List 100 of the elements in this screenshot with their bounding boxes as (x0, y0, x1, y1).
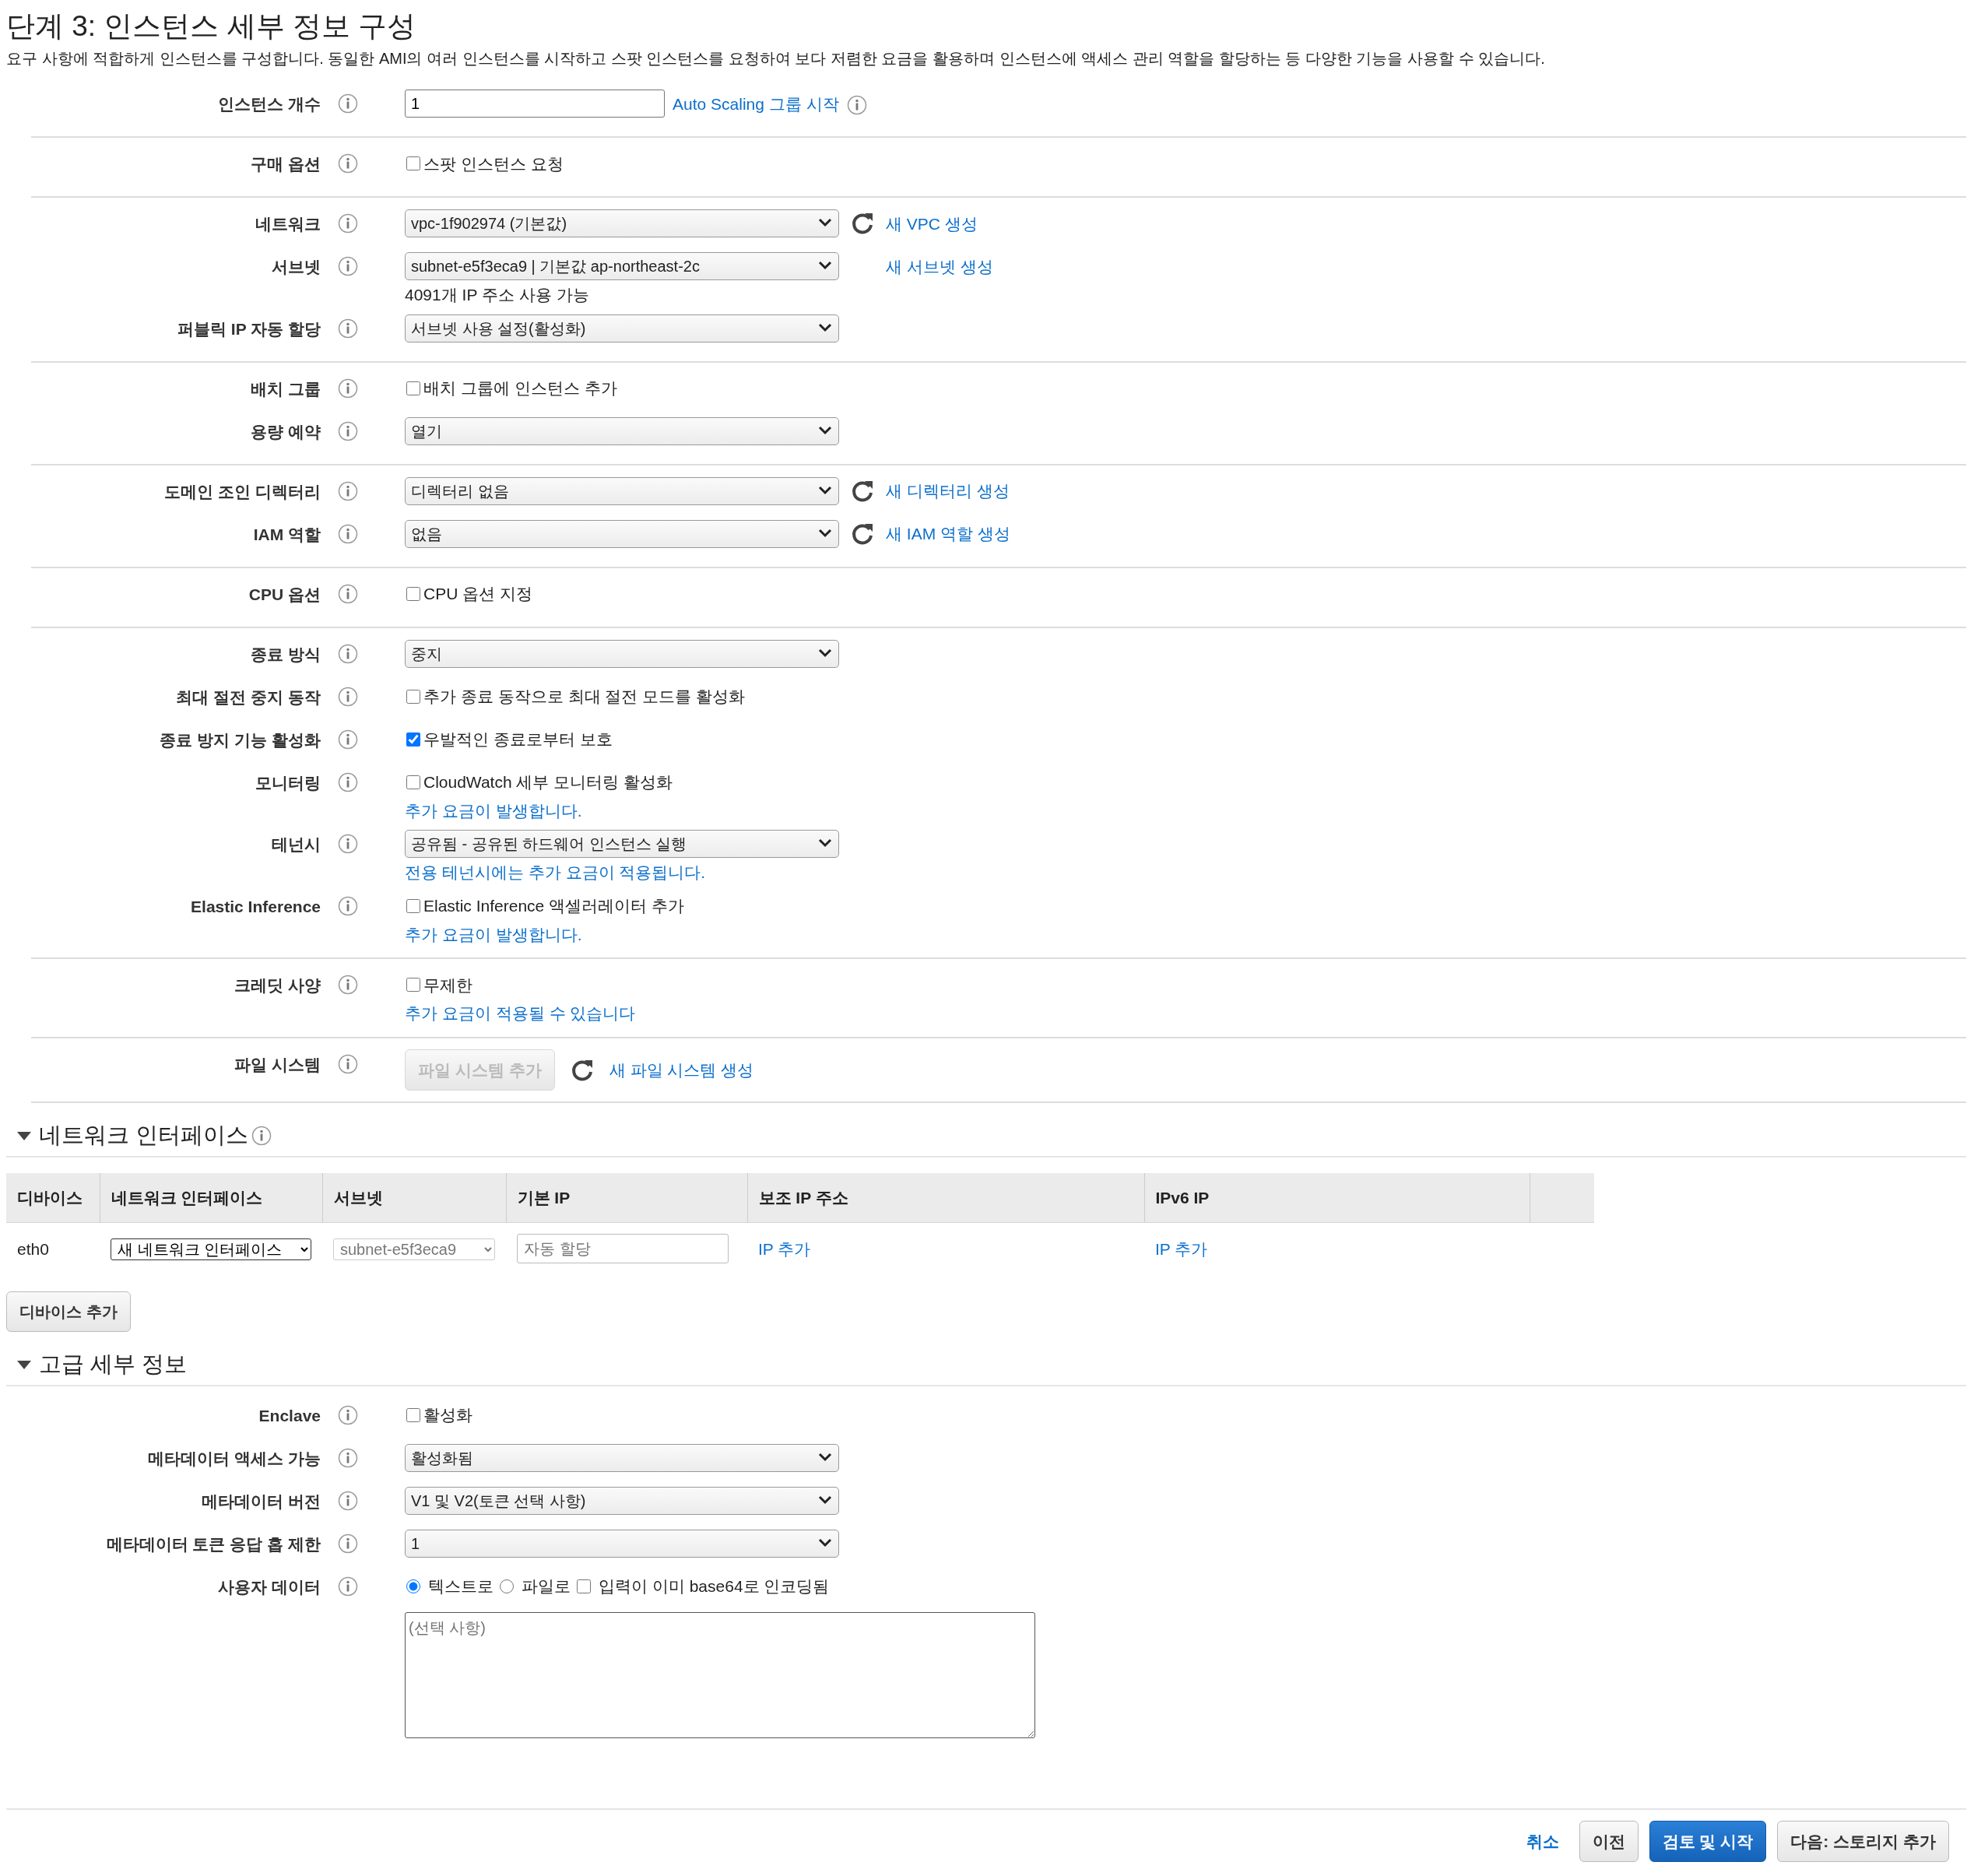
option-label: 우발적인 종료로부터 보호 (423, 729, 613, 750)
radio-button[interactable] (500, 1579, 514, 1593)
option-label: CloudWatch 세부 모니터링 활성화 (423, 772, 673, 793)
field-label: 모니터링 (255, 772, 321, 793)
info-icon[interactable] (338, 1490, 358, 1511)
notice-text: 추가 요금이 적용될 수 있습니다 (405, 1003, 637, 1024)
checkbox[interactable] (406, 775, 420, 789)
page-description: 요구 사항에 적합하게 인스턴스를 구성합니다. 동일한 AMI의 여러 인스턴스를 시작하고 스팟 인스턴스를 요청하여 보다 저렴한 요금을 활용하며 인스턴스에 액세스 관리 역할을 할당하는 등 다양한 기능을 사용할 수 있습니다. (6, 49, 1546, 69)
link[interactable]: 새 디렉터리 생성 (886, 479, 1010, 504)
link[interactable]: 새 IAM 역할 생성 (886, 522, 1010, 546)
checkbox[interactable] (577, 1579, 591, 1593)
info-icon[interactable] (338, 256, 358, 277)
info-icon[interactable] (338, 771, 358, 792)
section-title: 네트워크 인터페이스 (39, 1122, 249, 1150)
info-icon[interactable] (338, 1576, 358, 1597)
info-icon[interactable] (338, 318, 358, 339)
link[interactable]: IP 추가 (758, 1239, 811, 1258)
cancel-link[interactable]: 취소 (1526, 1829, 1559, 1854)
info-icon[interactable] (338, 153, 358, 174)
dropdown[interactable]: 중지 (405, 639, 839, 668)
notice-text: 추가 요금이 발생합니다. (405, 924, 583, 945)
info-icon[interactable] (338, 420, 358, 441)
info-icon[interactable] (338, 1404, 358, 1425)
info-icon[interactable] (251, 1126, 272, 1147)
field-label: 퍼블릭 IP 자동 할당 (177, 318, 321, 339)
checkbox[interactable] (406, 898, 420, 913)
refresh-icon[interactable] (850, 211, 875, 237)
info-icon[interactable] (338, 1447, 358, 1468)
checkbox[interactable] (406, 978, 420, 992)
info-icon[interactable] (338, 1053, 358, 1074)
link[interactable]: 새 서브넷 생성 (886, 254, 993, 279)
dropdown[interactable]: 1 (405, 1529, 839, 1558)
option-label: 입력이 이미 base64로 인코딩됨 (599, 1576, 830, 1597)
checkbox[interactable] (406, 586, 420, 601)
info-icon[interactable] (338, 1533, 358, 1554)
checkbox[interactable] (406, 156, 420, 171)
text-field[interactable]: 자동 할당 (517, 1234, 729, 1264)
notice-text: 전용 테넌시에는 추가 요금이 적용됩니다. (405, 862, 707, 884)
checkbox[interactable] (406, 1407, 420, 1422)
dropdown[interactable]: 서브넷 사용 설정(활성화) (405, 314, 839, 343)
link[interactable]: 새 VPC 생성 (886, 211, 978, 237)
option-label: 추가 종료 동작으로 최대 절전 모드를 활성화 (423, 687, 745, 708)
nav-button[interactable]: 이전 (1579, 1820, 1639, 1863)
dropdown[interactable]: 디렉터리 없음 (405, 476, 839, 505)
field-label: 네트워크 (255, 214, 321, 235)
field-label: IAM 역할 (252, 524, 321, 545)
field-label: Elastic Inference (190, 896, 321, 917)
field-label: 배치 그룹 (250, 378, 321, 399)
field-label: 파일 시스템 (234, 1054, 321, 1075)
info-icon[interactable] (338, 213, 358, 234)
page-title: 단계 3: 인스턴스 세부 정보 구성 (6, 9, 417, 44)
dropdown[interactable]: 활성화됨 (405, 1443, 839, 1472)
field-label: 용량 예약 (250, 421, 321, 442)
info-icon[interactable] (338, 643, 358, 664)
radio-button[interactable] (406, 1579, 420, 1593)
dropdown[interactable]: 공유됨 - 공유된 하드웨어 인스턴스 실행 (405, 830, 839, 859)
field-label: Enclave (258, 1405, 321, 1426)
info-icon[interactable] (338, 975, 358, 996)
field-label: 종료 방식 (250, 644, 321, 665)
dropdown[interactable]: V1 및 V2(토큰 선택 사항) (405, 1486, 839, 1515)
link[interactable]: IP 추가 (1155, 1239, 1208, 1258)
column-header: IPv6 IP (1144, 1172, 1530, 1223)
checkbox[interactable] (406, 732, 420, 747)
info-icon[interactable] (338, 686, 358, 707)
dropdown[interactable]: subnet-e5f3eca9 | 기본값 ap-northeast-2c (405, 252, 839, 281)
field-label: 도메인 조인 디렉터리 (163, 481, 321, 502)
field-label: 메타데이터 토큰 응답 홉 제한 (105, 1533, 321, 1555)
dropdown[interactable]: 없음 (405, 519, 839, 548)
nav-button[interactable]: 다음: 스토리지 추가 (1777, 1820, 1949, 1863)
info-icon[interactable] (338, 93, 358, 114)
collapse-triangle-icon[interactable] (17, 1359, 31, 1371)
link[interactable]: Auto Scaling 그룹 시작 (673, 91, 839, 117)
text-area[interactable]: (선택 사항) (405, 1611, 1035, 1738)
add-device-button[interactable]: 디바이스 추가 (6, 1291, 131, 1333)
option-label: 텍스트로 (428, 1576, 494, 1597)
field-label: 사용자 데이터 (217, 1576, 321, 1597)
text-field[interactable]: 1 (405, 90, 665, 118)
info-icon[interactable] (338, 895, 358, 916)
info-icon[interactable] (338, 583, 358, 604)
info-icon[interactable] (338, 729, 358, 750)
checkbox[interactable] (406, 381, 420, 395)
field-label: 인스턴스 개수 (217, 94, 321, 115)
column-header: 서브넷 (322, 1172, 506, 1223)
field-label: 테넌시 (271, 834, 321, 855)
column-header: 네트워크 인터페이스 (100, 1172, 322, 1223)
info-icon[interactable] (338, 523, 358, 544)
review-launch-button[interactable]: 검토 및 시작 (1649, 1820, 1767, 1863)
dropdown[interactable]: 새 네트워크 인터페이스 (111, 1238, 311, 1260)
collapse-triangle-icon[interactable] (17, 1130, 31, 1142)
checkbox[interactable] (406, 689, 420, 704)
option-label: 스팟 인스턴스 요청 (423, 153, 564, 174)
field-label: 구매 옵션 (250, 154, 321, 175)
info-icon[interactable] (846, 95, 867, 116)
info-icon[interactable] (338, 834, 358, 855)
dropdown[interactable]: 열기 (405, 416, 839, 445)
info-icon[interactable] (338, 480, 358, 501)
dropdown[interactable]: vpc-1f902974 (기본값) (405, 209, 839, 238)
column-header: 디바이스 (6, 1172, 100, 1223)
column-header: 기본 IP (506, 1172, 747, 1223)
info-icon[interactable] (338, 378, 358, 399)
